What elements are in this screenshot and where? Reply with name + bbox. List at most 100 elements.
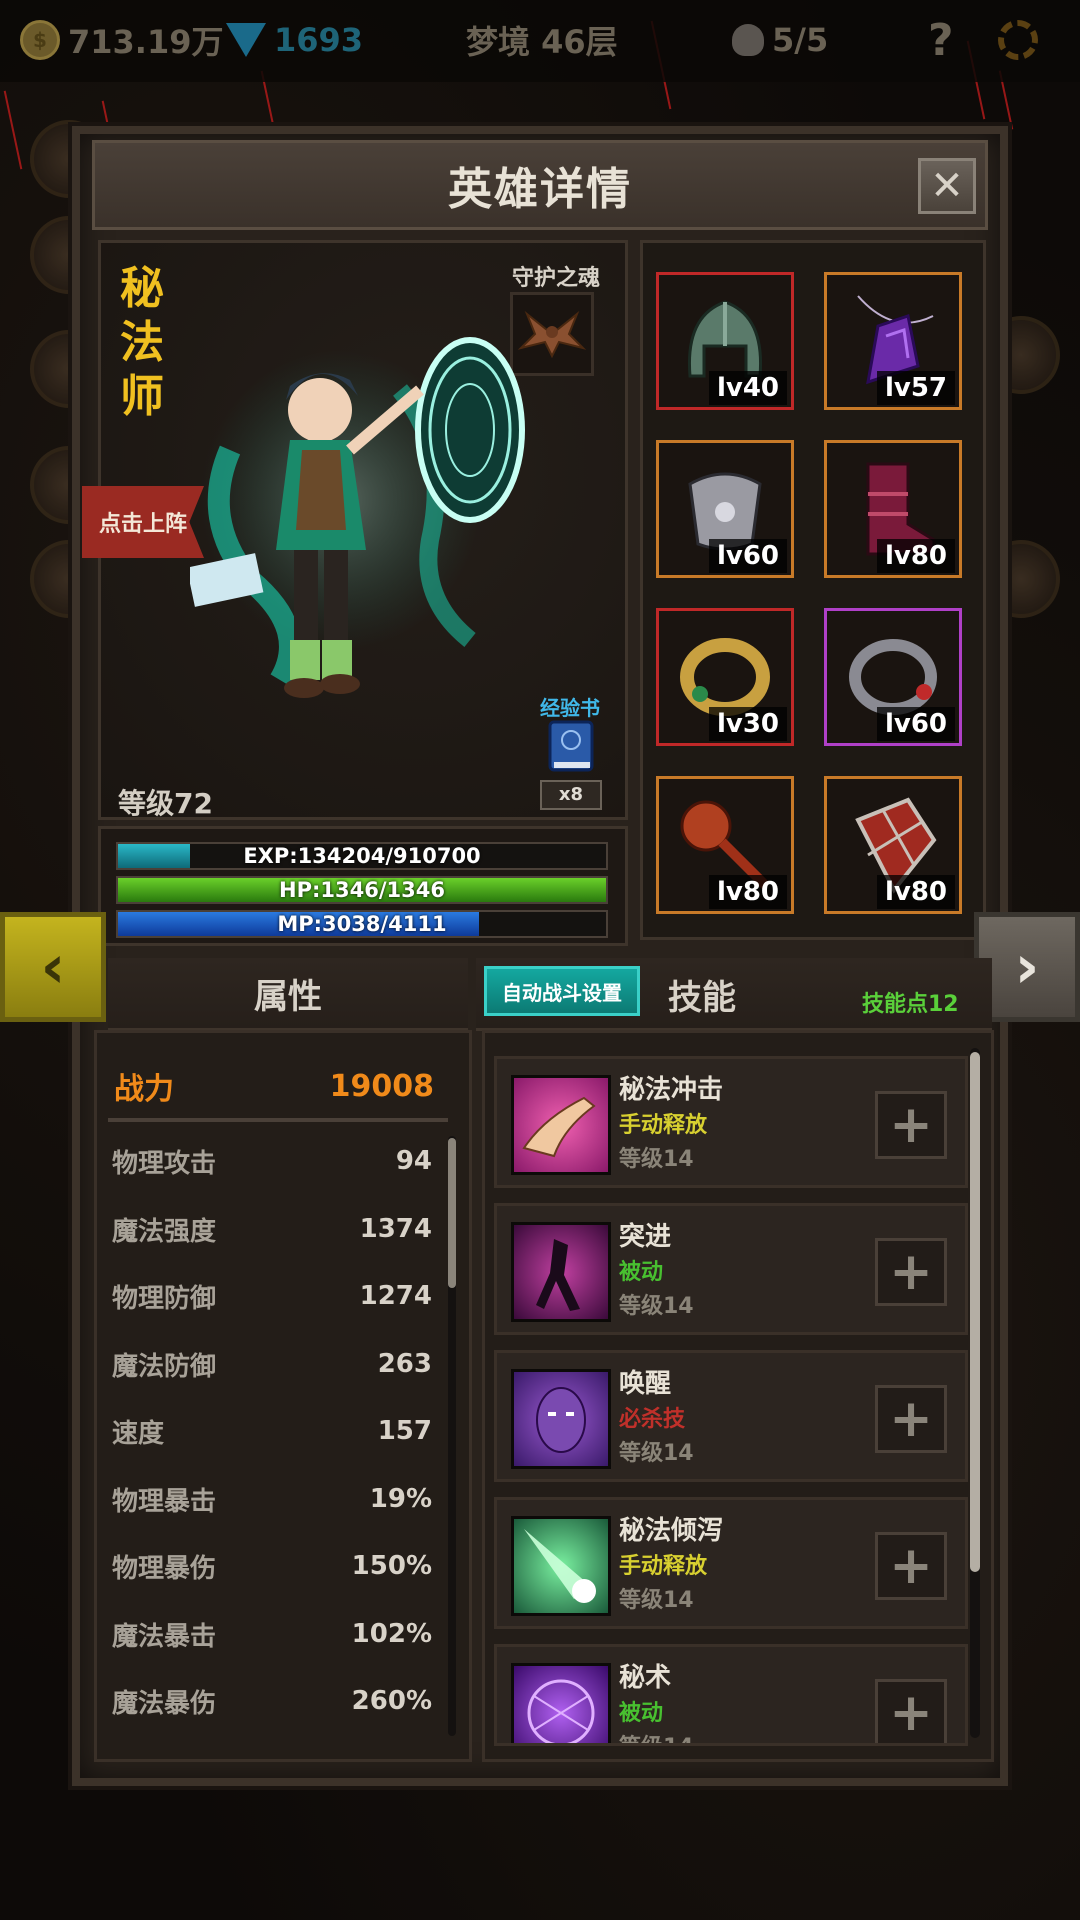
skill-card[interactable]: 秘法倾泻 手动释放 等级14 + [494, 1497, 968, 1629]
skill-level: 等级14 [619, 1441, 694, 1466]
exp-book-label: 经验书 [540, 696, 600, 720]
attribute-label: 魔法强度 [112, 1216, 217, 1247]
attributes-scroll-thumb[interactable] [448, 1138, 456, 1288]
close-button[interactable]: ✕ [918, 158, 976, 214]
power-row: 战力 19008 [114, 1060, 434, 1112]
exp-text: EXP:134204/910700 [243, 844, 481, 868]
attribute-label: 速度 [112, 1418, 165, 1449]
equip-level: lv80 [876, 875, 955, 909]
attribute-row: 魔法暴伤 260% [112, 1676, 432, 1726]
skill-points: 技能点12 [862, 992, 959, 1017]
attribute-row: 魔法暴击 102% [112, 1609, 432, 1659]
plus-icon: + [889, 1536, 933, 1596]
skill-name: 秘法倾泻 [619, 1516, 724, 1546]
gold-display: $ 713.19万 [20, 14, 224, 66]
skull-count: 5/5 [772, 21, 829, 59]
attribute-value: 260% [351, 1686, 432, 1716]
upgrade-skill-button[interactable]: + [875, 1532, 947, 1600]
equip-slot-ring-gold[interactable]: lv30 [656, 608, 794, 746]
guardian-label: 守护之魂 [512, 266, 601, 291]
attribute-label: 物理防御 [112, 1283, 217, 1314]
auto-battle-settings-button[interactable]: 自动战斗设置 [484, 966, 640, 1016]
stage-text: 梦境 46层 [466, 23, 618, 61]
skill-card[interactable]: 唤醒 必杀技 等级14 + [494, 1350, 968, 1482]
mp-bar: MP:3038/4111 [116, 910, 608, 938]
panel-title-bar: 英雄详情 [92, 140, 988, 230]
gear-icon [998, 20, 1038, 60]
plus-icon: + [889, 1683, 933, 1743]
skill-card[interactable]: 突进 被动 等级14 + [494, 1203, 968, 1335]
attribute-row: 物理攻击 94 [112, 1136, 432, 1186]
skill-type: 被动 [619, 1260, 664, 1285]
equip-level: lv57 [876, 371, 955, 405]
skills-scroll-thumb[interactable] [970, 1052, 980, 1572]
attribute-row: 物理防御 1274 [112, 1271, 432, 1321]
hand-icon [511, 1075, 611, 1175]
skill-name: 秘术 [619, 1663, 672, 1693]
book-icon [548, 720, 594, 772]
skill-name: 唤醒 [619, 1369, 672, 1399]
equip-slot-boots[interactable]: lv80 [824, 440, 962, 578]
chevron-left-icon: ‹ [40, 932, 66, 1002]
help-button[interactable]: ? [928, 14, 954, 66]
attributes-title: 属性 [254, 976, 322, 1017]
attribute-row: 速度 157 [112, 1406, 432, 1456]
skill-type: 必杀技 [619, 1407, 686, 1432]
plus-icon: + [889, 1389, 933, 1449]
tab-attributes[interactable]: 属性 [108, 958, 468, 1031]
equip-level: lv60 [876, 707, 955, 741]
attribute-value: 263 [377, 1349, 432, 1379]
upgrade-skill-button[interactable]: + [875, 1385, 947, 1453]
skill-card[interactable]: 秘术 被动 等级14 + [494, 1644, 968, 1746]
upgrade-skill-button[interactable]: + [875, 1679, 947, 1743]
attribute-label: 物理攻击 [112, 1148, 217, 1179]
equip-slot-armor[interactable]: lv60 [656, 440, 794, 578]
upgrade-skill-button[interactable]: + [875, 1091, 947, 1159]
skill-card[interactable]: 秘法冲击 手动释放 等级14 + [494, 1056, 968, 1188]
plus-icon: + [889, 1242, 933, 1302]
hero-level: 等级72 [118, 787, 213, 820]
attribute-label: 物理暴击 [112, 1486, 217, 1517]
skill-level: 等级14 [619, 1147, 694, 1172]
equip-slot-mace[interactable]: lv80 [656, 776, 794, 914]
equip-level: lv60 [708, 539, 787, 573]
attribute-label: 魔法防御 [112, 1351, 217, 1382]
plus-icon: + [889, 1095, 933, 1155]
equip-slot-ring-silver[interactable]: lv60 [824, 608, 962, 746]
awaken-icon [511, 1369, 611, 1469]
equip-slot-shield[interactable]: lv80 [824, 776, 962, 914]
attribute-label: 魔法暴伤 [112, 1688, 217, 1719]
equip-level: lv40 [708, 371, 787, 405]
equip-level: lv80 [876, 539, 955, 573]
top-bar: $ 713.19万 1693 梦境 46层 5/5 ? [0, 0, 1080, 82]
equip-level: lv30 [708, 707, 787, 741]
skill-level: 等级14 [619, 1294, 694, 1319]
attribute-label: 魔法暴击 [112, 1621, 217, 1652]
gem-display: 1693 [226, 14, 363, 66]
divider [108, 1118, 448, 1122]
exp-book-count: x8 [540, 780, 602, 810]
equip-slot-helmet[interactable]: lv40 [656, 272, 794, 410]
prev-hero-button[interactable]: ‹ [0, 912, 106, 1022]
equip-level: lv80 [708, 875, 787, 909]
orb-icon [511, 1663, 611, 1743]
help-icon: ? [928, 14, 954, 66]
settings-button[interactable] [998, 14, 1038, 66]
dash-icon [511, 1222, 611, 1322]
gem-icon [226, 23, 266, 57]
coin-icon: $ [20, 20, 60, 60]
skull-display: 5/5 [732, 14, 828, 66]
equip-slot-amulet[interactable]: lv57 [824, 272, 962, 410]
exp-book-slot[interactable] [538, 718, 604, 774]
attribute-value: 1374 [359, 1214, 432, 1244]
attribute-value: 102% [351, 1619, 432, 1649]
gem-amount: 1693 [274, 21, 364, 59]
auto-battle-label: 自动战斗设置 [502, 980, 622, 1005]
power-label: 战力 [114, 1072, 174, 1107]
deploy-button[interactable]: 点击上阵 [82, 486, 204, 558]
tab-skills[interactable]: 技能 [668, 970, 736, 1019]
skill-level: 等级14 [619, 1729, 694, 1743]
upgrade-skill-button[interactable]: + [875, 1238, 947, 1306]
attribute-value: 19% [369, 1484, 432, 1514]
skill-level: 等级14 [619, 1588, 694, 1613]
